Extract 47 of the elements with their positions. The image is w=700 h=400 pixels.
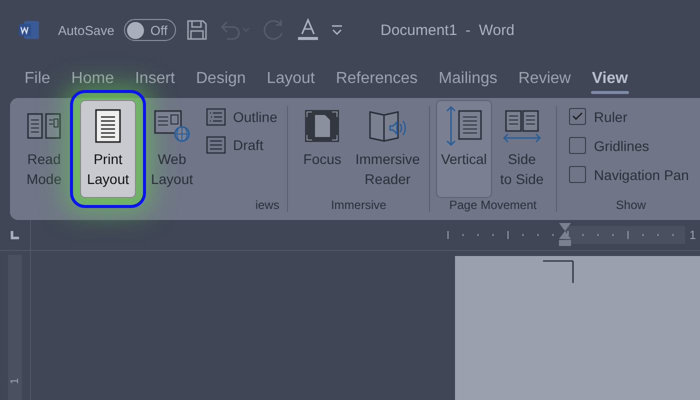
view-mode-button[interactable]: Read Mode: [16, 100, 72, 198]
vertical-page-icon: [444, 105, 484, 147]
text-cursor-icon: [543, 260, 575, 284]
ribbon-tab[interactable]: File: [14, 60, 61, 98]
book-speaker-icon: [368, 108, 408, 144]
customize-caret-icon[interactable]: [330, 24, 344, 36]
checkbox[interactable]: [568, 137, 586, 154]
view-mode-button[interactable]: Focus: [294, 100, 350, 198]
ruler-number: 1: [9, 378, 21, 384]
group-label: iews: [254, 198, 280, 212]
word-logo-icon: [18, 20, 40, 40]
checkbox[interactable]: [568, 166, 586, 183]
check-icon: [572, 112, 583, 121]
web-page-icon: [153, 109, 191, 143]
checkbox[interactable]: [568, 108, 586, 125]
view-mode-button[interactable]: Vertical: [436, 100, 492, 198]
checkbox-label: Navigation Pan: [594, 166, 689, 182]
focus-page-icon: [304, 109, 340, 143]
ribbon-tab[interactable]: References: [325, 60, 428, 98]
view-mode-button[interactable]: Draft: [202, 136, 282, 154]
ribbon-tab[interactable]: Mailings: [428, 60, 508, 98]
ribbon-tab[interactable]: Layout: [256, 60, 326, 98]
view-mode-button[interactable]: Outline: [202, 108, 282, 126]
tab-stop-icon[interactable]: [10, 230, 20, 240]
ruler-number: 1: [689, 228, 696, 242]
ribbon-tab[interactable]: Review: [508, 60, 582, 98]
group-label: Immersive: [330, 198, 388, 212]
side-by-side-pages-icon: [502, 108, 542, 144]
ribbon-tab[interactable]: Design: [185, 60, 256, 98]
group-label: Show: [614, 198, 647, 212]
view-mode-button[interactable]: Side to Side: [494, 100, 550, 198]
checkbox-label: Ruler: [594, 108, 628, 124]
font-color-icon[interactable]: [296, 18, 320, 42]
page-icon: [94, 108, 122, 144]
outline-list-icon: [206, 108, 226, 126]
view-mode-button[interactable]: Immersive Reader: [352, 100, 423, 198]
checkbox-label: Gridlines: [594, 138, 650, 154]
autosave-label: AutoSave: [58, 22, 114, 38]
ribbon-tab[interactable]: Insert: [124, 60, 186, 98]
group-label: Page Movement: [448, 198, 538, 212]
window-title: Document1 - Word: [380, 22, 514, 38]
autosave-toggle[interactable]: Off: [124, 19, 176, 41]
draft-lines-icon: [206, 136, 226, 154]
ribbon-tab[interactable]: Home: [60, 60, 124, 98]
save-icon[interactable]: [186, 19, 208, 41]
view-mode-button[interactable]: Web Layout: [144, 100, 200, 198]
ribbon-tab[interactable]: View: [581, 60, 638, 98]
